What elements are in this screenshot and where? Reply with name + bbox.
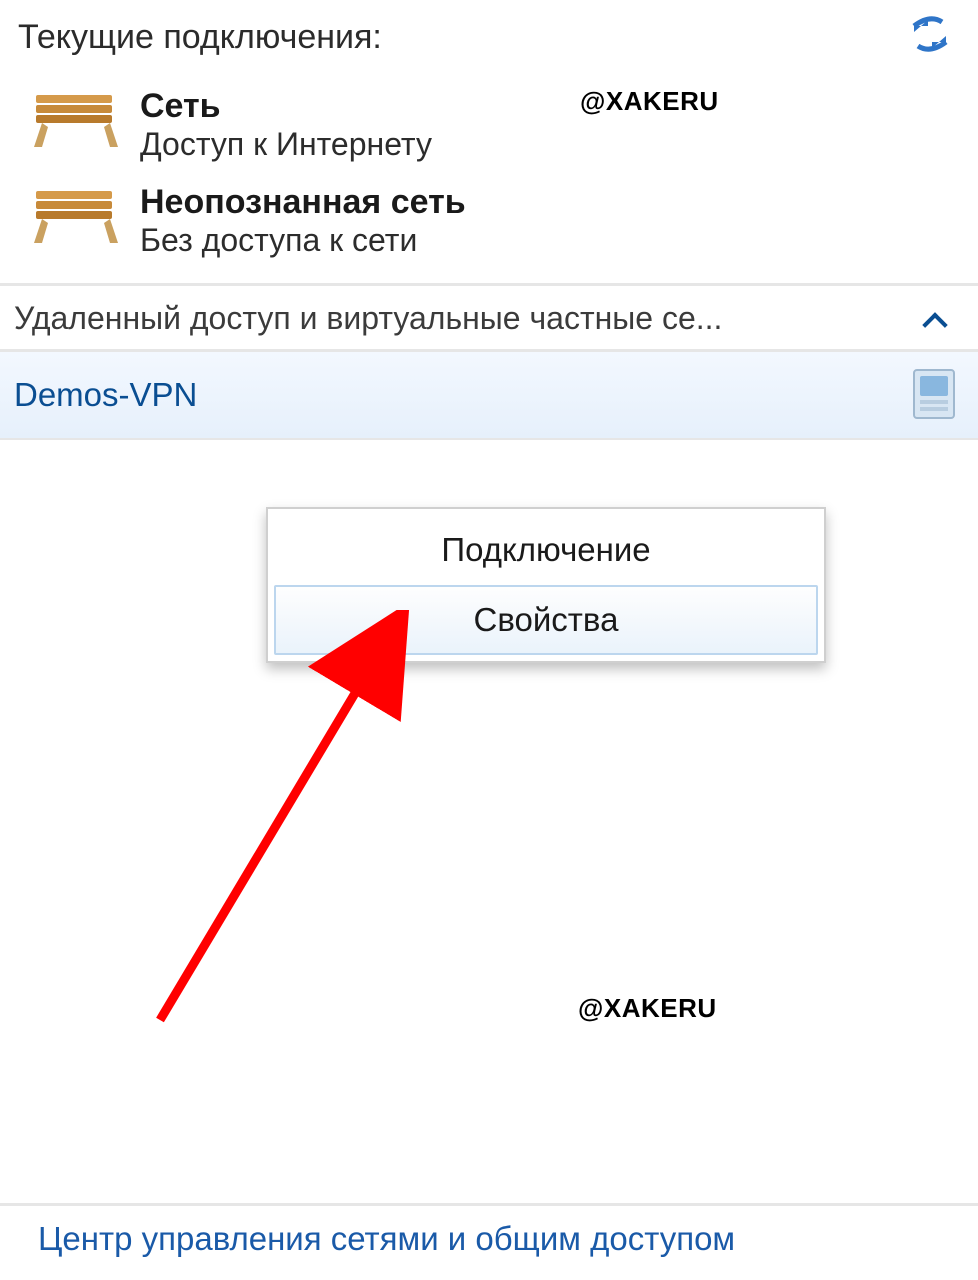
menu-item-properties[interactable]: Свойства (274, 585, 818, 655)
connection-text: Сеть Доступ к Интернету (140, 85, 432, 163)
network-center-link[interactable]: Центр управления сетями и общим доступом (0, 1203, 978, 1274)
connection-name: Неопознанная сеть (140, 183, 466, 222)
computer-icon (908, 366, 960, 424)
section-header-remote-vpn[interactable]: Удаленный доступ и виртуальные частные с… (0, 283, 978, 352)
connection-item[interactable]: Сеть Доступ к Интернету (8, 75, 978, 171)
watermark: @XAKERU (580, 86, 719, 117)
header: Текущие подключения: (0, 0, 978, 67)
bench-icon (30, 185, 122, 247)
connection-item[interactable]: Неопознанная сеть Без доступа к сети (8, 171, 978, 267)
connection-status: Доступ к Интернету (140, 126, 432, 163)
menu-item-connect[interactable]: Подключение (274, 515, 818, 585)
watermark: @XAKERU (578, 993, 717, 1024)
refresh-icon[interactable] (908, 14, 952, 54)
section-title: Удаленный доступ и виртуальные частные с… (14, 300, 722, 337)
connections-list: Сеть Доступ к Интернету Неопознанная сет… (0, 67, 978, 283)
connection-text: Неопознанная сеть Без доступа к сети (140, 181, 466, 259)
annotation-arrow-icon (130, 610, 430, 1040)
connection-name: Сеть (140, 87, 432, 126)
vpn-name: Demos-VPN (14, 376, 197, 414)
chevron-up-icon (926, 310, 954, 328)
current-connections-title: Текущие подключения: (18, 18, 960, 57)
bench-icon (30, 89, 122, 151)
vpn-connection-row[interactable]: Demos-VPN (0, 352, 978, 440)
connection-status: Без доступа к сети (140, 222, 466, 259)
context-menu: Подключение Свойства (266, 507, 826, 663)
